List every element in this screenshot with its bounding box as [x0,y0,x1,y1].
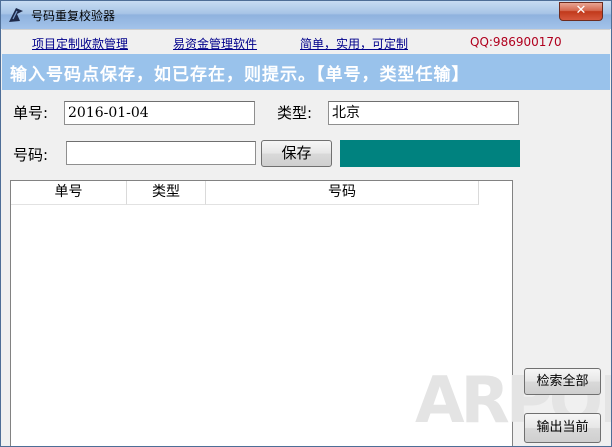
order-input[interactable]: 2016-01-04 [64,101,255,125]
app-logo-icon [9,8,23,22]
number-input[interactable] [66,141,256,165]
title-bar[interactable]: 号码重复校验器 ✕ [1,1,611,29]
export-current-button[interactable]: 输出当前 [524,413,601,443]
slogan-link[interactable]: 简单，实用，可定制 [300,35,408,52]
number-label: 号码: [13,146,49,164]
order-label: 单号: [13,104,49,122]
link-bar: 项目定制收款管理 易资金管理软件 简单，实用，可定制 QQ:986900170 [2,29,610,54]
column-header-number[interactable]: 号码 [206,181,479,205]
qq-contact: QQ:986900170 [470,35,562,49]
search-all-button[interactable]: 检索全部 [524,368,601,395]
app-window: 号码重复校验器 ✕ 项目定制收款管理 易资金管理软件 简单，实用，可定制 QQ:… [0,0,612,447]
close-button[interactable]: ✕ [559,2,603,21]
table-header: 单号 类型 号码 [11,181,481,205]
type-input[interactable]: 北京 [328,101,519,125]
finance-link[interactable]: 易资金管理软件 [173,35,257,52]
project-link[interactable]: 项目定制收款管理 [32,35,128,52]
instruction-banner: 输入号码点保存，如已存在，则提示。【单号，类型任输】 [2,54,610,90]
window-title: 号码重复校验器 [31,9,116,23]
column-header-type[interactable]: 类型 [127,181,206,205]
type-label: 类型: [277,104,313,122]
instruction-text: 输入号码点保存，如已存在，则提示。【单号，类型任输】 [10,65,470,85]
status-indicator [340,140,520,167]
save-button[interactable]: 保存 [261,140,332,167]
column-header-order[interactable]: 单号 [11,181,127,205]
